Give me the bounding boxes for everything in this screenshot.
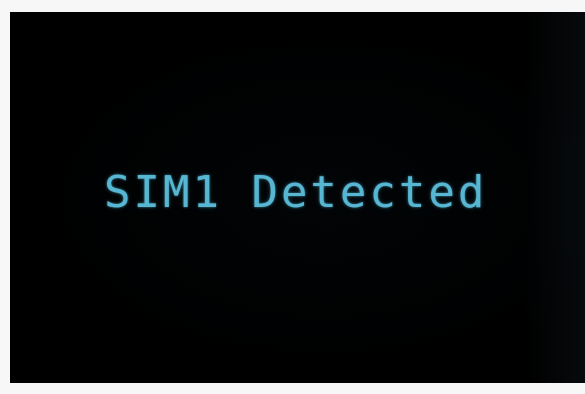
lcd-screen: SIM1 Detected xyxy=(10,12,585,383)
device-frame: SIM1 Detected xyxy=(0,0,585,394)
screen-glare xyxy=(525,12,585,383)
sim-status-message: SIM1 Detected xyxy=(104,166,488,218)
